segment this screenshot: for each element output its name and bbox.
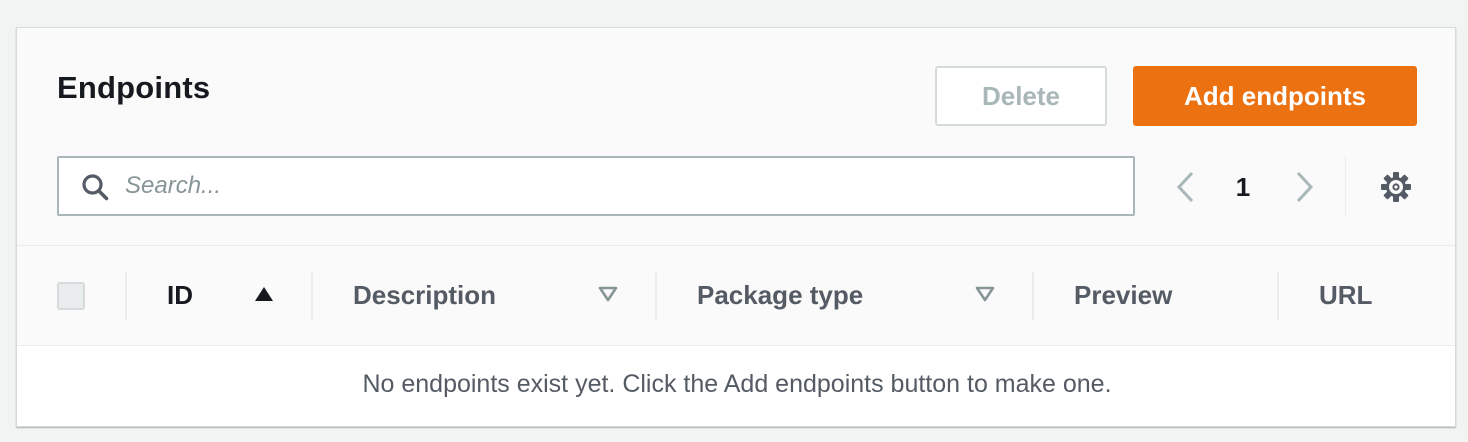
pager-divider xyxy=(1345,156,1346,216)
chevron-left-icon[interactable] xyxy=(1173,170,1199,204)
panel-header: Endpoints Delete Add endpoints 1 xyxy=(17,28,1455,246)
column-header-package-type[interactable]: Package type xyxy=(697,280,863,311)
page-title: Endpoints xyxy=(57,70,211,105)
endpoints-panel: Endpoints Delete Add endpoints 1 xyxy=(16,27,1456,427)
column-header-url: URL xyxy=(1319,280,1373,310)
column-header-preview: Preview xyxy=(1074,280,1173,310)
page-number[interactable]: 1 xyxy=(1225,172,1261,203)
column-header-id[interactable]: ID xyxy=(167,280,193,311)
column-separator xyxy=(655,272,657,320)
gear-icon[interactable] xyxy=(1379,170,1413,204)
column-header-description[interactable]: Description xyxy=(353,280,496,311)
chevron-right-icon[interactable] xyxy=(1291,170,1317,204)
select-all-checkbox[interactable] xyxy=(57,282,85,310)
search-input[interactable] xyxy=(125,158,1115,214)
column-separator xyxy=(311,272,313,320)
delete-button[interactable]: Delete xyxy=(935,66,1107,126)
sort-neutral-icon[interactable] xyxy=(974,284,996,304)
search-icon xyxy=(82,174,109,201)
table-header: ID Description Package type Preview URL xyxy=(17,246,1455,346)
column-separator xyxy=(1032,272,1034,320)
add-endpoints-button[interactable]: Add endpoints xyxy=(1133,66,1417,126)
empty-state-row: No endpoints exist yet. Click the Add en… xyxy=(17,346,1455,426)
column-separator xyxy=(125,272,127,320)
empty-state-message: No endpoints exist yet. Click the Add en… xyxy=(362,370,1112,398)
sort-neutral-icon[interactable] xyxy=(597,284,619,304)
search-field[interactable] xyxy=(57,156,1135,216)
column-separator xyxy=(1277,272,1279,320)
sort-ascending-icon[interactable] xyxy=(253,284,275,304)
